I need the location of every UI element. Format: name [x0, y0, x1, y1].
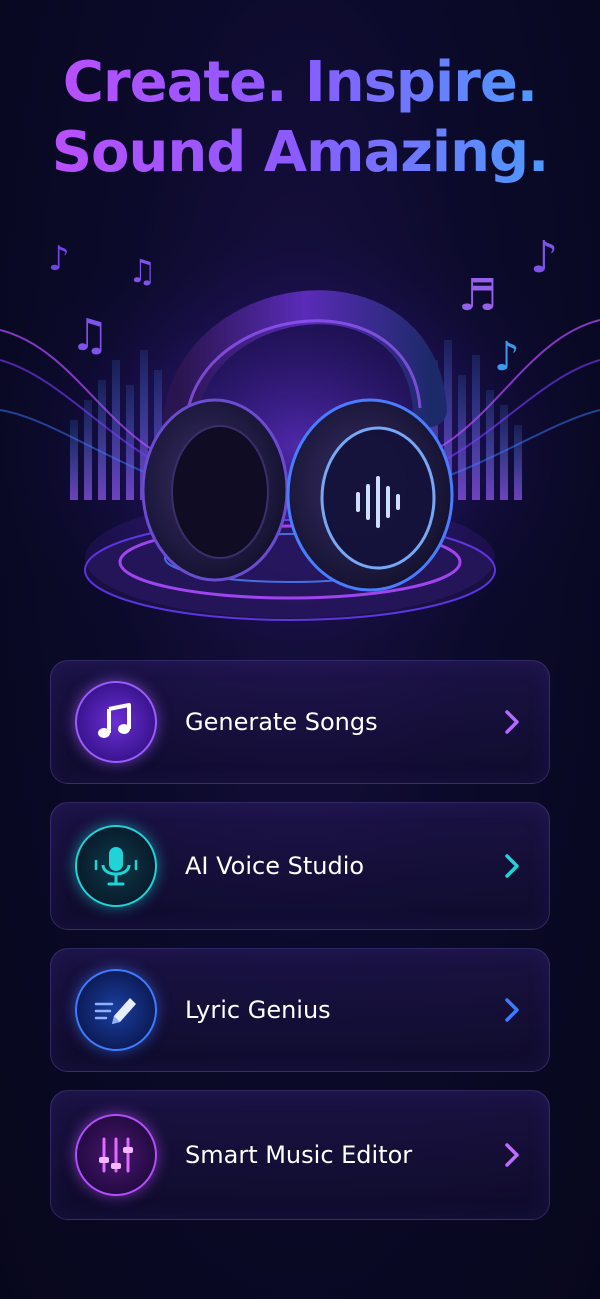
headline: Create. Inspire. Sound Amazing. — [0, 48, 600, 188]
headline-line-1: Create. Inspire. — [0, 48, 600, 118]
ai-voice-studio-label: AI Voice Studio — [185, 852, 365, 880]
lyric-genius-label: Lyric Genius — [185, 996, 331, 1024]
feature-menu: Generate Songs AI Voice Studio Lyric Gen… — [50, 660, 550, 1238]
headphones-illustration: ♪ ♫ ♫ ♬ ♪ ♪ — [0, 210, 600, 640]
svg-text:♪: ♪ — [530, 232, 558, 283]
chevron-right-icon — [505, 710, 519, 734]
chevron-right-icon — [505, 998, 519, 1022]
chevron-right-icon — [505, 854, 519, 878]
svg-text:♫: ♫ — [70, 310, 109, 361]
pencil-icon — [75, 969, 157, 1051]
music-note-icon — [75, 681, 157, 763]
generate-songs-button[interactable]: Generate Songs — [50, 660, 550, 784]
svg-text:♪: ♪ — [48, 239, 70, 279]
smart-music-editor-label: Smart Music Editor — [185, 1141, 413, 1169]
chevron-right-icon — [505, 1143, 519, 1167]
svg-text:♪: ♪ — [494, 334, 520, 380]
smart-music-editor-button[interactable]: Smart Music Editor — [50, 1090, 550, 1220]
lyric-genius-button[interactable]: Lyric Genius — [50, 948, 550, 1072]
headline-line-2: Sound Amazing. — [0, 118, 600, 188]
sliders-icon — [75, 1114, 157, 1196]
microphone-icon — [75, 825, 157, 907]
svg-text:♫: ♫ — [128, 252, 157, 290]
ai-voice-studio-button[interactable]: AI Voice Studio — [50, 802, 550, 930]
generate-songs-label: Generate Songs — [185, 708, 378, 736]
svg-text:♬: ♬ — [458, 270, 497, 321]
